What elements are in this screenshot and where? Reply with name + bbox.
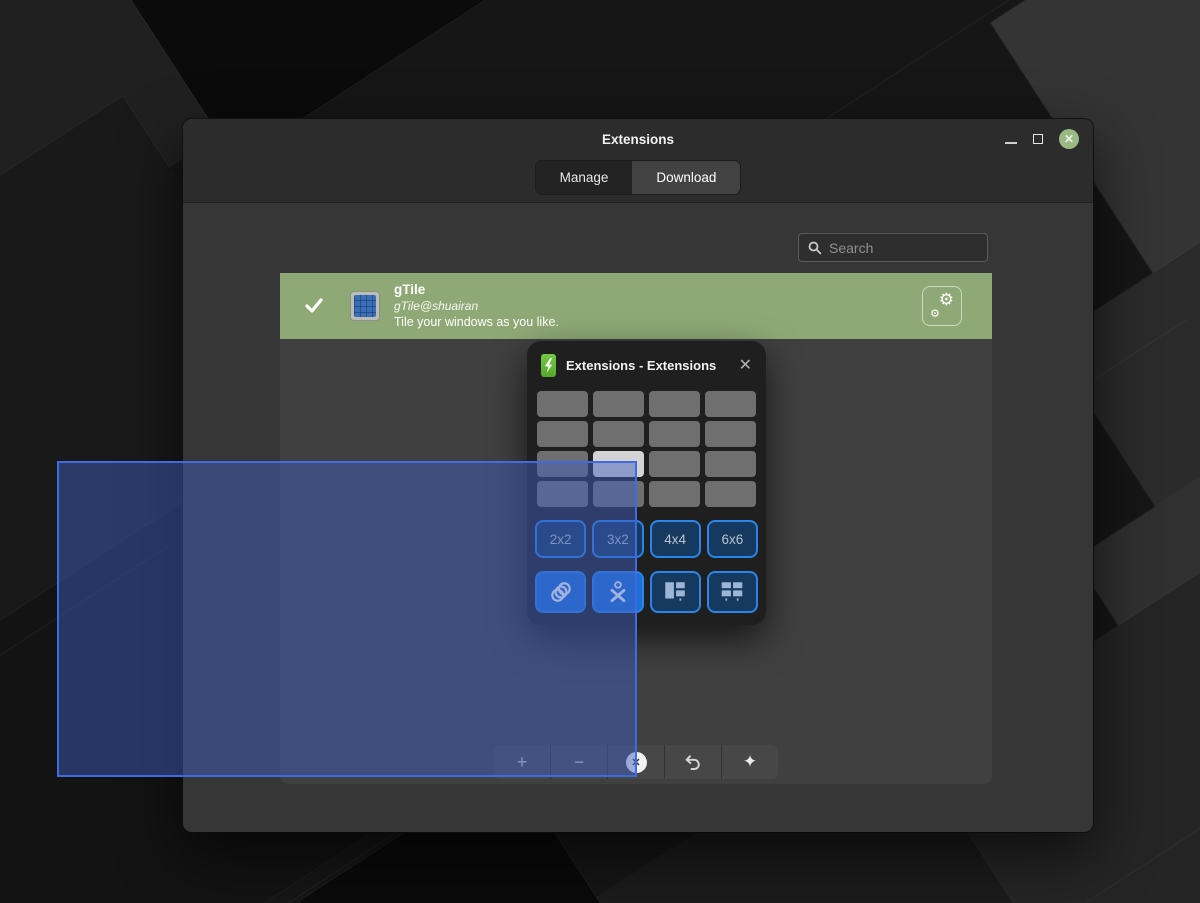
- grid-cell[interactable]: [649, 391, 700, 417]
- layout-grid-button[interactable]: [707, 571, 758, 613]
- layout-main-side-icon: [662, 580, 688, 604]
- desktop-background: Extensions ✕ Manage Download: [0, 0, 1200, 903]
- snap-button[interactable]: ✦: [722, 745, 778, 779]
- tile-selection-overlay: [57, 461, 637, 777]
- extension-uuid: gTile@shuairan: [394, 299, 559, 314]
- grid-cell[interactable]: [593, 421, 644, 447]
- extensions-app-icon: [541, 354, 556, 377]
- grid-cell[interactable]: [649, 421, 700, 447]
- grid-cell[interactable]: [649, 451, 700, 477]
- close-icon[interactable]: ✕: [1059, 129, 1079, 149]
- extension-row-gtile[interactable]: gTile gTile@shuairan Tile your windows a…: [280, 273, 992, 339]
- grid-cell[interactable]: [705, 391, 756, 417]
- tab-download[interactable]: Download: [632, 161, 740, 194]
- search-box[interactable]: [798, 233, 988, 262]
- enabled-indicator: [304, 297, 338, 315]
- search-input[interactable]: [829, 240, 969, 256]
- popup-header: Extensions - Extensions ✕: [527, 341, 766, 389]
- grid-cell[interactable]: [649, 481, 700, 507]
- layout-grid-icon: [719, 580, 745, 604]
- extension-name: gTile: [394, 282, 559, 299]
- gtile-extension-icon: [350, 291, 380, 321]
- popup-close-icon[interactable]: ✕: [739, 355, 752, 375]
- window-title: Extensions: [602, 132, 674, 147]
- extension-settings-button[interactable]: ⚙ ⚙: [922, 286, 962, 326]
- bolt-icon: [543, 357, 554, 374]
- grid-cell[interactable]: [593, 391, 644, 417]
- maximize-icon[interactable]: [1033, 134, 1043, 144]
- extension-info: gTile gTile@shuairan Tile your windows a…: [394, 282, 559, 331]
- grid-cell[interactable]: [537, 391, 588, 417]
- undo-icon: [684, 753, 702, 771]
- grid-cell[interactable]: [705, 451, 756, 477]
- undo-button[interactable]: [665, 745, 721, 779]
- extension-description: Tile your windows as you like.: [394, 315, 559, 331]
- tab-group: Manage Download: [535, 160, 742, 195]
- tab-bar: Manage Download: [183, 159, 1093, 203]
- size-button-4x4[interactable]: 4x4: [650, 520, 701, 558]
- size-button-6x6[interactable]: 6x6: [707, 520, 758, 558]
- layout-main-side-button[interactable]: [650, 571, 701, 613]
- gears-icon: ⚙: [939, 290, 954, 310]
- grid-cell[interactable]: [705, 481, 756, 507]
- minimize-icon[interactable]: [1005, 142, 1017, 144]
- tab-manage[interactable]: Manage: [536, 161, 633, 194]
- gears-icon: ⚙: [930, 307, 940, 320]
- grid-cell[interactable]: [537, 421, 588, 447]
- search-icon: [808, 241, 822, 255]
- gtile-icon-screen: [354, 295, 376, 317]
- sparkle-icon: ✦: [743, 752, 757, 772]
- check-icon: [304, 297, 324, 315]
- popup-title: Extensions - Extensions: [566, 358, 716, 373]
- grid-cell[interactable]: [705, 421, 756, 447]
- titlebar[interactable]: Extensions ✕: [183, 119, 1093, 159]
- window-controls: ✕: [1005, 119, 1079, 159]
